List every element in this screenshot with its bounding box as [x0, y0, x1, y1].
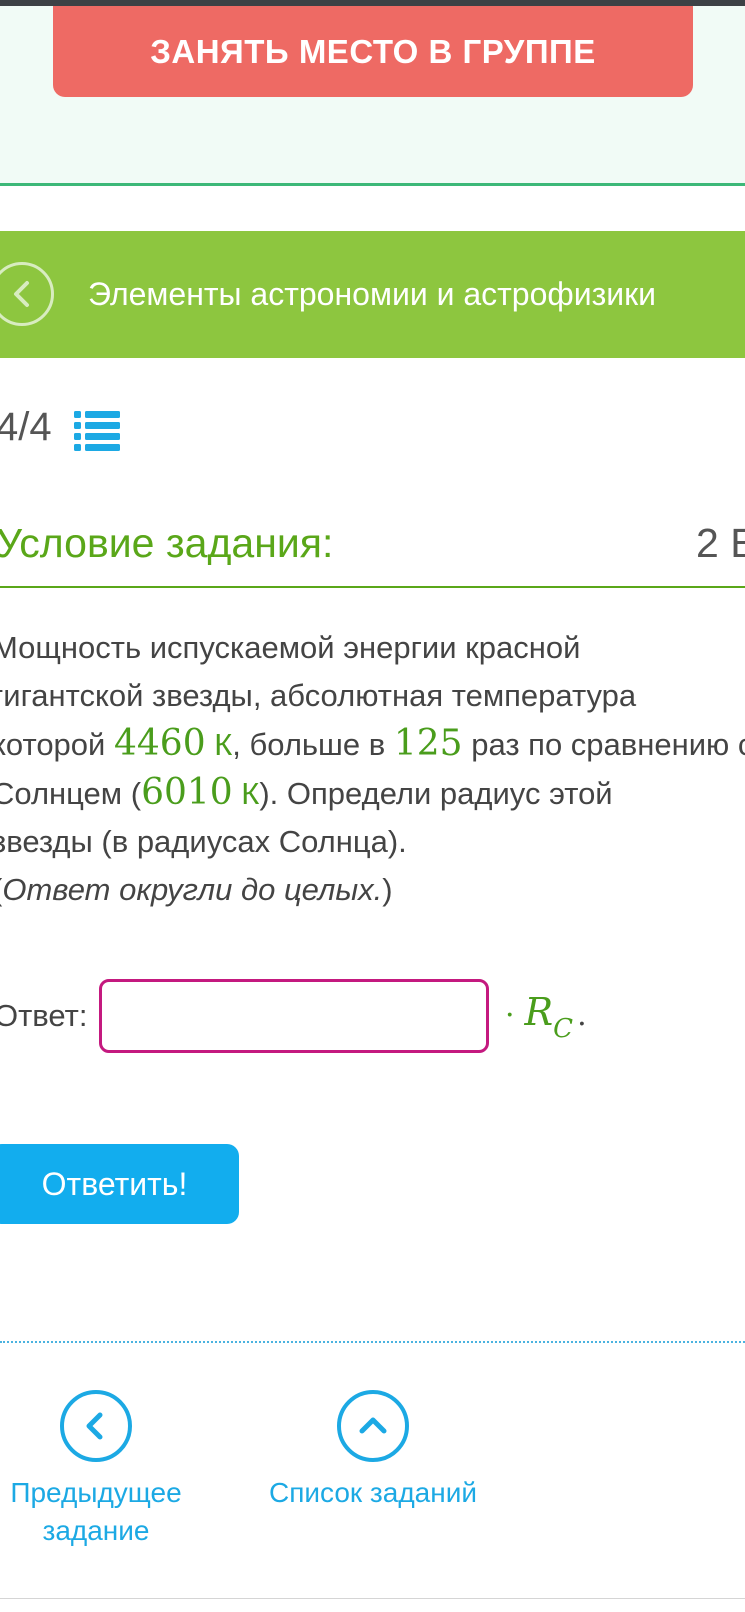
join-group-button[interactable]: ЗАНЯТЬ МЕСТО В ГРУППЕ: [53, 6, 693, 97]
chevron-up-icon: [359, 1417, 387, 1434]
topic-title: Элементы астрономии и астрофизики: [88, 276, 657, 312]
task-text-segment: ): [382, 872, 393, 907]
answer-label: Ответ:: [0, 998, 88, 1033]
task-text-segment: ). Определи радиус этой: [259, 776, 613, 811]
task-line-3: которой 4460 К, больше в 125 раз по срав…: [0, 720, 745, 769]
chevron-left-icon: [14, 281, 29, 307]
task-text-segment: Солнцем (: [0, 776, 142, 811]
multiply-dot: ·: [505, 998, 515, 1033]
list-icon[interactable]: [74, 410, 120, 452]
back-button[interactable]: [0, 262, 54, 326]
sun-radius-symbol: R: [524, 990, 554, 1034]
power-factor-value: 125: [393, 723, 463, 764]
sun-radius-subscript: C: [553, 1014, 574, 1044]
previous-task-circle[interactable]: [60, 1390, 132, 1462]
task-text-segment: , больше в: [232, 727, 394, 762]
task-text: Мощность испускаемой энергии красной гиг…: [0, 624, 745, 914]
points-badge: 2 Б: [696, 520, 745, 566]
chevron-left-icon: [86, 1412, 103, 1440]
sun-temperature-value: 6010: [141, 772, 233, 813]
task-counter: 4/4: [0, 405, 52, 449]
task-text-segment: которой: [0, 727, 114, 762]
task-line-4: Солнцем (6010 К). Определи радиус этой: [0, 769, 745, 818]
bottom-divider: [0, 1598, 745, 1599]
task-line-6: (Ответ округли до целых.): [0, 866, 745, 914]
topic-header: Элементы астрономии и астрофизики: [0, 231, 745, 358]
submit-answer-button[interactable]: Ответить!: [0, 1144, 239, 1224]
task-line-2: гигантской звезды, абсолютная температур…: [0, 678, 637, 713]
task-text-segment: раз по сравнению с: [462, 727, 745, 762]
previous-task-label-line-2: задание: [42, 1515, 150, 1546]
condition-divider: [0, 586, 745, 588]
task-line-5: звезды (в радиусах Солнца).: [0, 824, 407, 859]
promo-banner: ЗАНЯТЬ МЕСТО В ГРУППЕ: [0, 6, 745, 186]
answer-input[interactable]: [99, 979, 489, 1053]
star-temperature-value: 4460: [113, 723, 206, 764]
kelvin-unit: К: [205, 727, 233, 762]
kelvin-unit: К: [232, 776, 260, 811]
task-list-circle[interactable]: [337, 1390, 409, 1462]
unit-period: .: [577, 998, 587, 1033]
footer-divider: [0, 1341, 745, 1343]
previous-task-label-line-1: Предыдущее: [10, 1477, 182, 1508]
previous-task-link[interactable]: Предыдущее задание: [0, 1390, 206, 1550]
previous-task-label[interactable]: Предыдущее задание: [10, 1474, 181, 1550]
task-list-label[interactable]: Список заданий: [269, 1474, 477, 1512]
condition-title: Условие задания:: [0, 520, 334, 566]
task-line-1: Мощность испускаемой энергии красной: [0, 630, 581, 665]
task-list-link[interactable]: Список заданий: [263, 1390, 483, 1512]
rounding-hint: Ответ округли до целых.: [2, 872, 383, 907]
answer-unit: · RC.: [505, 990, 587, 1044]
